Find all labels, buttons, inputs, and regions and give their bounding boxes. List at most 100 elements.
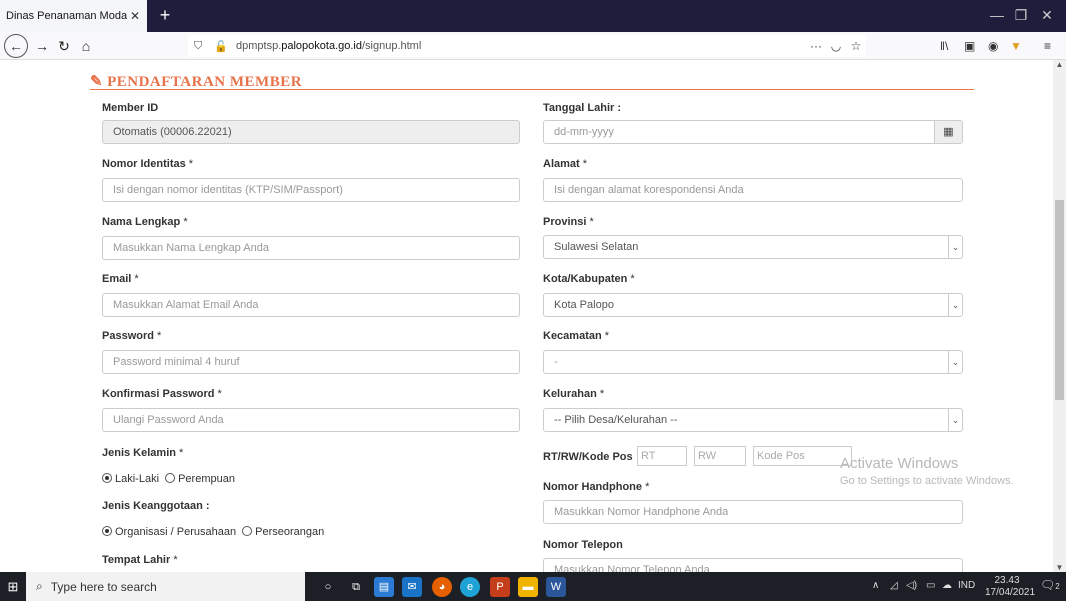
firefox-icon[interactable]: ◕ (432, 577, 452, 597)
page-actions-icon[interactable]: ··· (806, 39, 826, 53)
tanggal-lahir-label: Tanggal Lahir : (543, 102, 622, 114)
chevron-down-icon[interactable]: ⌄ (948, 236, 962, 258)
member-id-label: Member ID (102, 102, 159, 114)
konfirmasi-password-label: Konfirmasi Password * (102, 388, 222, 400)
url-text: dpmptsp.palopokota.go.id/signup.html (236, 40, 422, 52)
jenis-kelamin-options: Laki-Laki Perempuan (102, 473, 235, 485)
provinsi-value: Sulawesi Selatan (554, 241, 639, 253)
onedrive-icon[interactable]: ☁ (942, 580, 952, 591)
close-window-icon[interactable]: ✕ (1024, 0, 1066, 32)
reload-icon[interactable]: ↻ (54, 36, 74, 56)
store-icon[interactable]: ▤ (374, 577, 394, 597)
taskbar-search-placeholder: Type here to search (50, 579, 157, 594)
radio-organisasi-label[interactable]: Organisasi / Perusahaan (115, 526, 236, 538)
email-input[interactable]: Masukkan Alamat Email Anda (102, 293, 520, 317)
page-content: ✎ PENDAFTARAN MEMBER Member ID Otomatis (… (0, 60, 1066, 572)
home-icon[interactable]: ⌂ (76, 36, 96, 56)
powerpoint-icon[interactable]: P (490, 577, 510, 597)
nama-lengkap-label: Nama Lengkap * (102, 216, 188, 228)
radio-organisasi[interactable] (102, 526, 112, 536)
file-explorer-icon[interactable]: ▬ (518, 577, 538, 597)
kecamatan-label: Kecamatan * (543, 330, 610, 342)
back-arrow-icon[interactable]: ← (4, 34, 28, 58)
menu-icon[interactable]: ≡ (1044, 39, 1051, 53)
clock-date: 17/04/2021 (985, 587, 1036, 598)
insecure-lock-icon[interactable]: 🔓 (214, 40, 232, 53)
browser-nav-bar: ← → ↻ ⌂ ⛉ 🔓 dpmptsp.palopokota.go.id/sig… (0, 32, 1066, 60)
radio-perseorangan[interactable] (242, 526, 253, 536)
alamat-label: Alamat * (543, 158, 588, 170)
provinsi-label: Provinsi * (543, 216, 594, 228)
password-label: Password * (102, 330, 162, 342)
radio-perseorangan-label[interactable]: Perseorangan (255, 526, 324, 538)
rt-input[interactable]: RT (637, 446, 687, 466)
mail-icon[interactable]: ✉ (402, 577, 422, 597)
calendar-icon[interactable]: ▦ (934, 121, 962, 143)
chevron-down-icon[interactable]: ⌄ (948, 294, 962, 316)
close-tab-icon[interactable]: ✕ (127, 9, 143, 23)
extension-icon[interactable]: ▼ (1010, 39, 1022, 53)
jenis-kelamin-label: Jenis Kelamin * (102, 447, 184, 459)
chevron-down-icon[interactable]: ⌄ (948, 351, 962, 373)
bookmark-star-icon[interactable]: ☆ (846, 39, 866, 53)
browser-tab[interactable]: Dinas Penanaman Modal dan Pelay ✕ (0, 0, 147, 32)
nomor-identitas-label: Nomor Identitas * (102, 158, 194, 170)
pocket-icon[interactable]: ◡ (826, 39, 846, 53)
clock-time: 23.43 (994, 575, 1020, 586)
browser-tab-bar: Dinas Penanaman Modal dan Pelay ✕ + — ❐ … (0, 0, 1066, 32)
tanggal-lahir-input[interactable]: dd-mm-yyyy ▦ (543, 120, 963, 144)
page-title: ✎ PENDAFTARAN MEMBER (90, 72, 974, 90)
task-view-icon[interactable]: ⧉ (346, 577, 366, 597)
search-icon: ⌕ (36, 579, 43, 593)
radio-perempuan-label[interactable]: Perempuan (178, 473, 235, 485)
scroll-up-icon[interactable]: ▲ (1053, 60, 1066, 69)
password-input[interactable]: Password minimal 4 huruf (102, 350, 520, 374)
account-icon[interactable]: ◉ (988, 39, 998, 53)
kota-label: Kota/Kabupaten * (543, 273, 635, 285)
word-icon[interactable]: W (546, 577, 566, 597)
volume-icon[interactable]: ◁) (906, 580, 917, 591)
sidebar-icon[interactable]: ▣ (964, 39, 975, 53)
tab-title: Dinas Penanaman Modal dan Pelay (6, 10, 127, 22)
alamat-input[interactable]: Isi dengan alamat korespondensi Anda (543, 178, 963, 202)
pencil-icon: ✎ (90, 74, 104, 90)
nomor-telepon-input[interactable]: Masukkan Nomor Telepon Anda (543, 558, 963, 572)
battery-icon[interactable]: ▭ (926, 580, 935, 591)
language-indicator[interactable]: IND (958, 580, 975, 591)
rtrw-kodepos-label: RT/RW/Kode Pos (543, 451, 633, 463)
scroll-down-icon[interactable]: ▼ (1053, 563, 1066, 572)
notification-icon[interactable]: 🗨2 (1040, 578, 1060, 592)
tray-chevron-icon[interactable]: ∧ (872, 580, 879, 591)
cortana-icon[interactable]: ○ (318, 577, 338, 597)
shield-icon[interactable]: ⛉ (194, 40, 210, 53)
member-id-field: Otomatis (00006.22021) (102, 120, 520, 144)
nama-lengkap-input[interactable]: Masukkan Nama Lengkap Anda (102, 236, 520, 260)
windows-start-icon[interactable]: ⊞ (0, 572, 26, 601)
notification-count: 2 (1055, 582, 1060, 591)
page-scrollbar[interactable]: ▲ ▼ (1053, 60, 1066, 572)
taskbar-clock[interactable]: 23.43 17/04/2021 (985, 575, 1036, 599)
scrollbar-thumb[interactable] (1055, 200, 1064, 400)
radio-perempuan[interactable] (165, 473, 176, 483)
kota-value: Kota Palopo (554, 299, 614, 311)
activate-windows-subtitle: Go to Settings to activate Windows. (840, 475, 1014, 487)
edge-icon[interactable]: e (460, 577, 480, 597)
library-icon[interactable]: ‖\ (940, 39, 948, 53)
network-icon[interactable]: ◿ (890, 580, 898, 591)
rw-input[interactable]: RW (694, 446, 746, 466)
radio-laki-laki[interactable] (102, 473, 112, 483)
nomor-identitas-input[interactable]: Isi dengan nomor identitas (KTP/SIM/Pass… (102, 178, 520, 202)
new-tab-icon[interactable]: + (155, 6, 175, 26)
konfirmasi-password-input[interactable]: Ulangi Password Anda (102, 408, 520, 432)
radio-laki-laki-label[interactable]: Laki-Laki (115, 473, 159, 485)
kode-pos-input[interactable]: Kode Pos (753, 446, 852, 466)
forward-arrow-icon[interactable]: → (32, 36, 52, 56)
kecamatan-select[interactable]: - ⌄ (543, 350, 963, 374)
chevron-down-icon[interactable]: ⌄ (948, 409, 962, 431)
nomor-handphone-input[interactable]: Masukkan Nomor Handphone Anda (543, 500, 963, 524)
kota-select[interactable]: Kota Palopo ⌄ (543, 293, 963, 317)
address-bar[interactable]: ⛉ 🔓 dpmptsp.palopokota.go.id/signup.html… (188, 35, 866, 57)
provinsi-select[interactable]: Sulawesi Selatan ⌄ (543, 235, 963, 259)
taskbar-search[interactable]: ⌕ Type here to search (26, 572, 305, 601)
kelurahan-select[interactable]: -- Pilih Desa/Kelurahan -- ⌄ (543, 408, 963, 432)
